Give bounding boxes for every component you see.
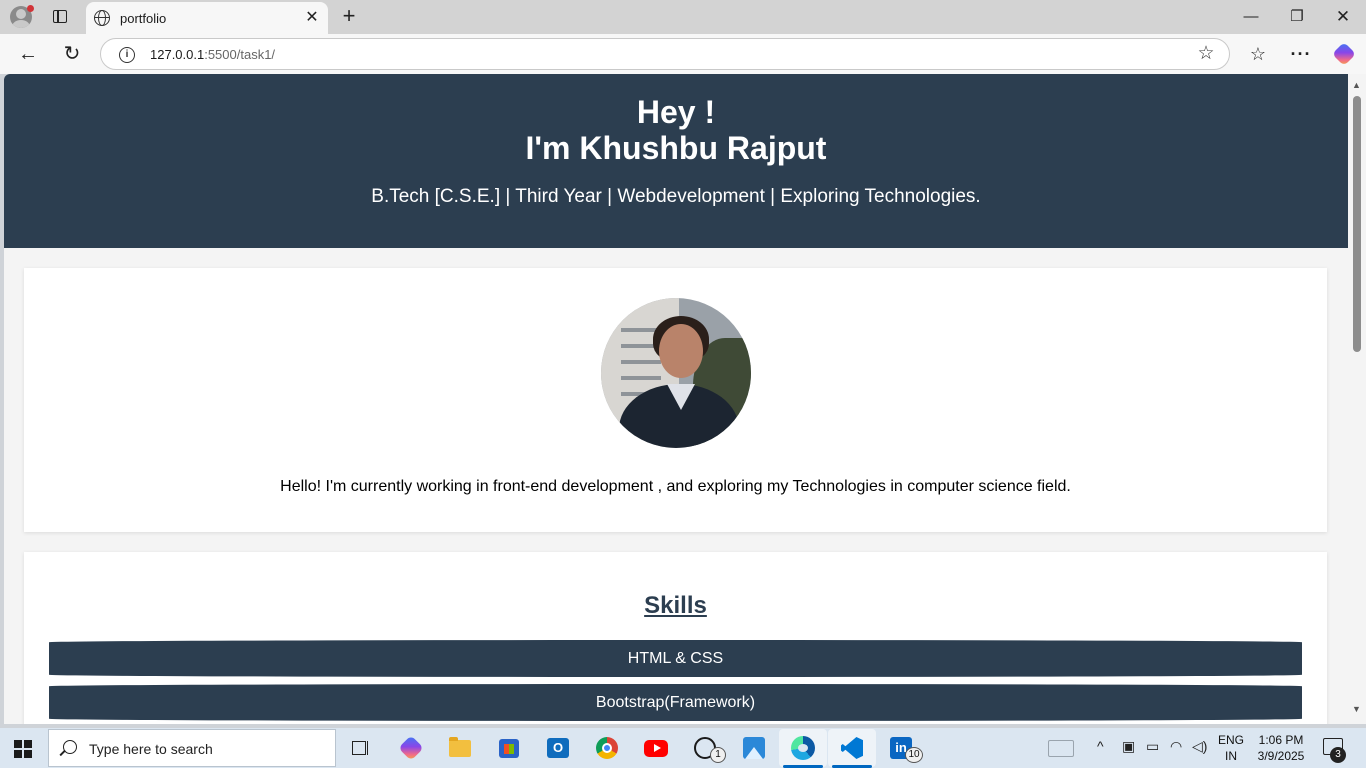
volume-icon[interactable]: ◁) — [1192, 738, 1207, 755]
clock[interactable]: 1:06 PM 3/9/2025 — [1252, 732, 1310, 764]
search-icon — [63, 740, 77, 754]
copilot-taskbar-icon[interactable] — [397, 734, 425, 762]
task-view-icon[interactable] — [348, 734, 376, 762]
linkedin-badge: 10 — [905, 747, 923, 763]
copilot-button[interactable] — [1328, 38, 1360, 70]
file-explorer-icon[interactable] — [446, 734, 474, 762]
address-toolbar: ← ↻ i 127.0.0.1:5500/task1/ ☆ ☆ ··· — [0, 34, 1366, 74]
url-path: :5500/task1/ — [204, 47, 276, 62]
notification-count-badge: 3 — [1330, 747, 1346, 763]
windows-start-icon[interactable] — [14, 740, 32, 758]
scrollbar-thumb[interactable] — [1353, 96, 1361, 352]
search-placeholder: Type here to search — [89, 741, 213, 757]
site-info-icon[interactable]: i — [119, 47, 135, 63]
chrome-icon[interactable] — [593, 734, 621, 762]
vscode-icon[interactable] — [838, 734, 866, 762]
skill-item: HTML & CSS — [49, 640, 1302, 677]
outlook-icon[interactable]: O — [544, 734, 572, 762]
clock-date: 3/9/2025 — [1257, 749, 1305, 763]
skills-card: Skills HTML & CSS Bootstrap(Framework) — [24, 552, 1327, 724]
tab-strip: portfolio ✕ + — ❐ ✕ — [0, 0, 1366, 34]
tab-portfolio[interactable]: portfolio ✕ — [86, 2, 328, 34]
taskbar: Type here to search O 1 in 10 ^ ▣ ▭ ◠ ◁)… — [0, 728, 1366, 768]
profile-notification-dot — [27, 5, 34, 12]
news-widget-icon[interactable] — [1048, 740, 1074, 757]
address-bar[interactable]: i 127.0.0.1:5500/task1/ ☆ — [100, 38, 1230, 70]
skills-title: Skills — [644, 592, 707, 619]
whatsapp-badge: 1 — [710, 747, 726, 763]
youtube-icon[interactable] — [642, 734, 670, 762]
hero-tagline: B.Tech [C.S.E.] | Third Year | Webdevelo… — [371, 186, 981, 207]
url-host: 127.0.0.1 — [150, 47, 205, 62]
hero-name: I'm Khushbu Rajput — [525, 130, 827, 166]
minimize-button[interactable]: — — [1228, 0, 1274, 34]
url-text[interactable]: 127.0.0.1:5500/task1/ — [150, 47, 275, 62]
profile-photo — [601, 298, 751, 448]
close-window-button[interactable]: ✕ — [1320, 0, 1366, 34]
hero-greeting: Hey ! — [636, 94, 716, 130]
restore-button[interactable]: ❐ — [1274, 0, 1320, 34]
language-code: ENG — [1218, 733, 1245, 747]
language-indicator[interactable]: ENG IN — [1218, 732, 1244, 764]
favorites-button[interactable]: ☆ — [1242, 38, 1274, 70]
back-button[interactable]: ← — [12, 38, 44, 70]
skill-item: Bootstrap(Framework) — [49, 684, 1302, 721]
meet-now-icon[interactable]: ▣ — [1122, 738, 1135, 755]
language-region: IN — [1225, 749, 1237, 763]
page-viewport: Hey ! I'm Khushbu Rajput B.Tech [C.S.E.]… — [4, 74, 1348, 724]
globe-icon — [94, 10, 110, 26]
vertical-scrollbar[interactable]: ▲ ▼ — [1348, 74, 1366, 724]
scroll-up-arrow-icon[interactable]: ▲ — [1352, 80, 1361, 90]
reload-button[interactable]: ↻ — [56, 38, 88, 70]
about-text: Hello! I'm currently working in front-en… — [280, 478, 1071, 495]
battery-icon[interactable]: ▭ — [1146, 738, 1159, 755]
scroll-down-arrow-icon[interactable]: ▼ — [1352, 704, 1361, 714]
more-options-button[interactable]: ··· — [1285, 38, 1317, 70]
wifi-icon[interactable]: ◠ — [1170, 738, 1182, 755]
about-card: Hello! I'm currently working in front-en… — [24, 268, 1327, 532]
microsoft-store-icon[interactable] — [495, 734, 523, 762]
tab-close-button[interactable]: ✕ — [302, 8, 322, 28]
tab-actions-icon[interactable] — [48, 6, 72, 28]
show-hidden-icons-chevron-icon[interactable]: ^ — [1097, 738, 1104, 754]
edge-icon[interactable] — [789, 734, 817, 762]
taskbar-search-box[interactable]: Type here to search — [48, 729, 336, 767]
clock-time: 1:06 PM — [1258, 733, 1304, 747]
new-tab-button[interactable]: + — [337, 4, 361, 28]
add-favorite-star-icon[interactable]: ☆ — [1195, 43, 1217, 65]
copilot-icon — [1331, 41, 1357, 67]
photos-icon[interactable] — [740, 734, 768, 762]
tab-title: portfolio — [120, 11, 167, 26]
hero-header: Hey ! I'm Khushbu Rajput B.Tech [C.S.E.]… — [4, 74, 1348, 248]
